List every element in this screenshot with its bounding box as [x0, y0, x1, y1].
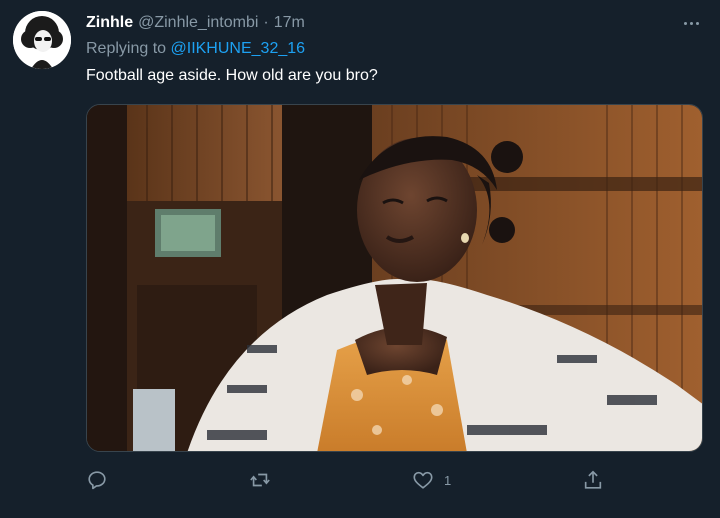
display-name[interactable]: Zinhle: [86, 14, 133, 32]
retweet-button[interactable]: [248, 466, 272, 494]
like-button[interactable]: 1: [412, 466, 451, 494]
tweet-header: Zinhle @Zinhle_intombi · 17m: [86, 13, 305, 33]
replying-prefix: Replying to: [86, 40, 167, 57]
like-count: 1: [444, 472, 452, 488]
more-options-icon[interactable]: [680, 14, 702, 32]
tweet-actions: 1: [86, 466, 646, 494]
tweet-photo[interactable]: [86, 104, 703, 452]
more-dot: [689, 21, 693, 25]
photo-image: [87, 105, 702, 451]
tweet-text: Football age aside. How old are you bro?: [86, 67, 378, 84]
timestamp[interactable]: 17m: [274, 14, 305, 32]
user-handle[interactable]: @Zinhle_intombi: [138, 14, 258, 32]
heart-icon: [413, 471, 433, 489]
retweet-icon: [250, 473, 270, 487]
reply-button[interactable]: [86, 466, 108, 494]
share-button[interactable]: [582, 466, 604, 494]
avatar[interactable]: [13, 11, 71, 69]
mention-link[interactable]: @IIKHUNE_32_16: [171, 40, 306, 57]
avatar-illustration: [13, 11, 71, 69]
reply-icon: [88, 471, 106, 490]
replying-to: Replying to @IIKHUNE_32_16: [86, 40, 305, 58]
more-dot: [695, 21, 699, 25]
tweet[interactable]: Zinhle @Zinhle_intombi · 17m Replying to…: [0, 0, 720, 518]
share-icon: [584, 470, 602, 489]
more-dot: [683, 21, 687, 25]
separator-dot: ·: [263, 14, 269, 31]
